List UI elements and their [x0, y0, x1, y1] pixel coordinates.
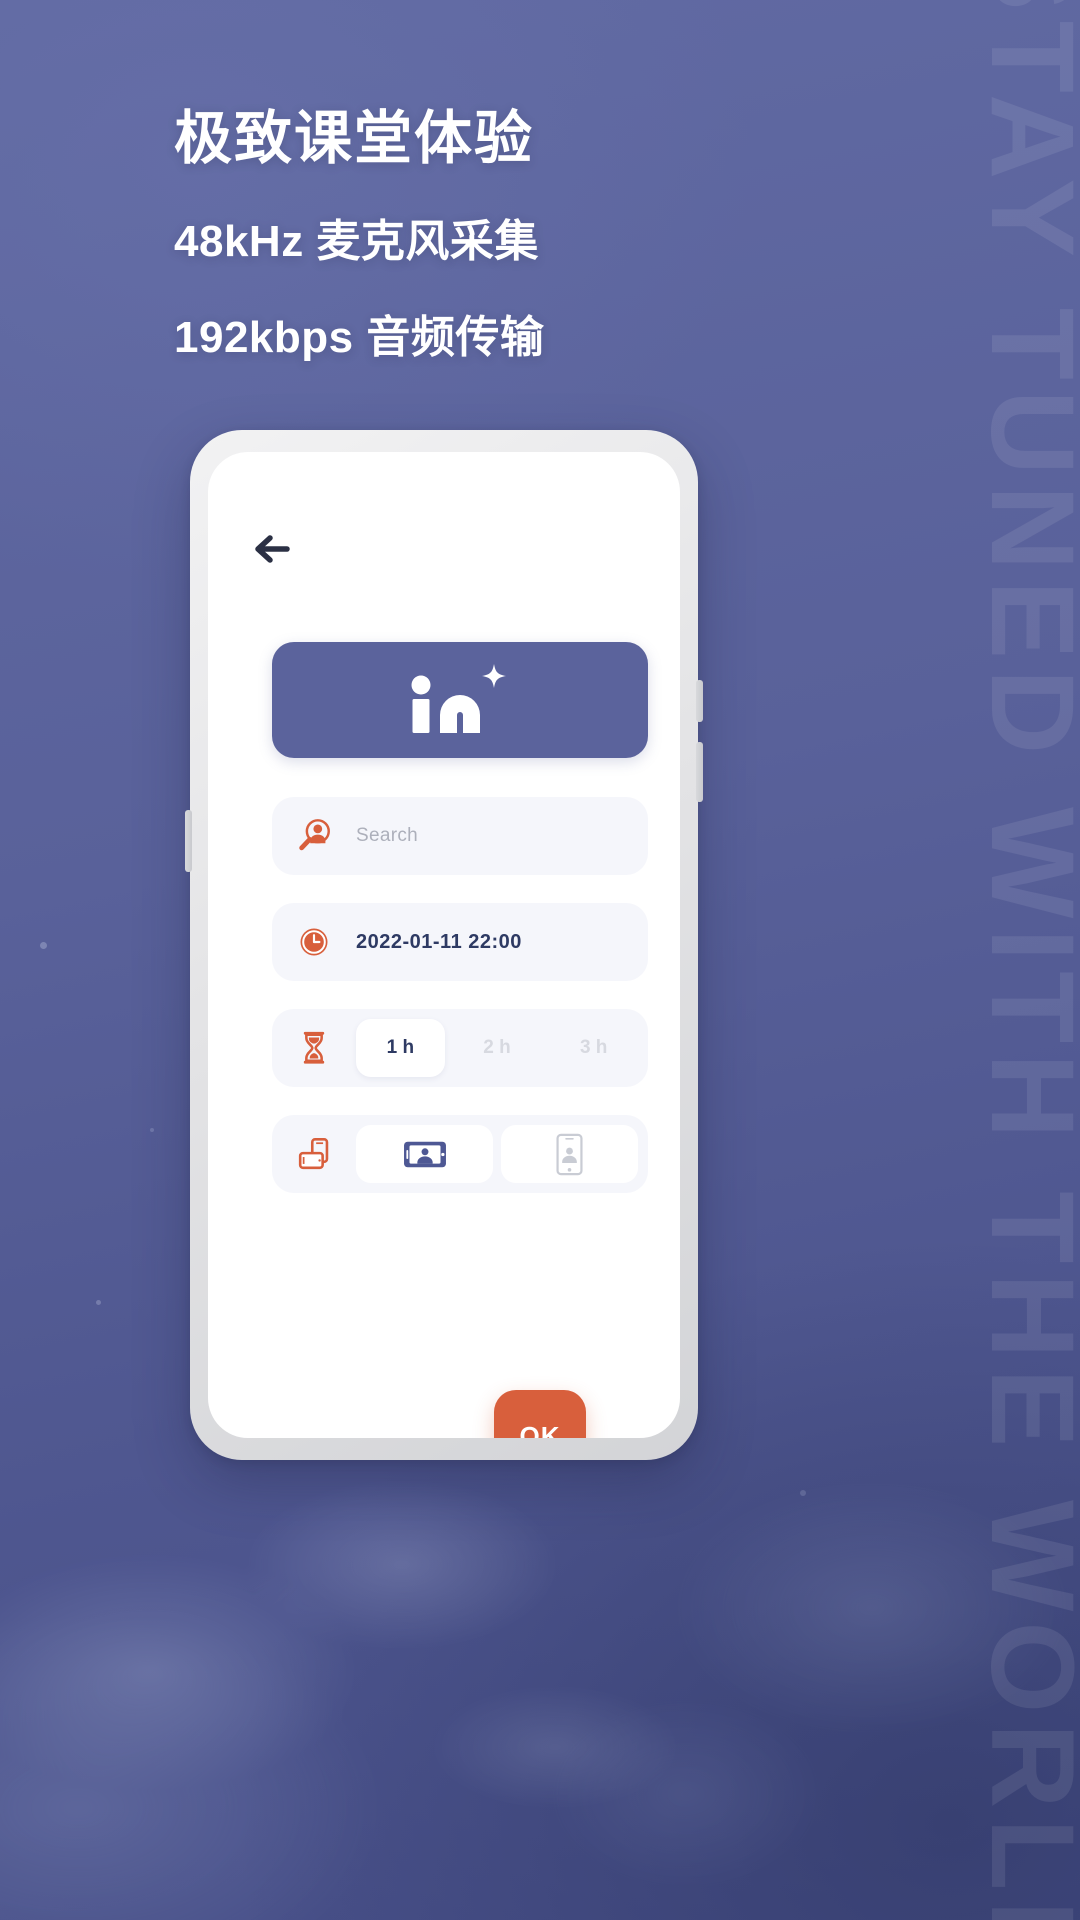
search-field[interactable]: Search: [272, 797, 648, 875]
orientation-options: [356, 1125, 648, 1183]
headline-block: 极致课堂体验 48kHz 麦克风采集 192kbps 音频传输: [174, 106, 545, 365]
headline-title: 极致课堂体验: [174, 106, 535, 171]
person-search-icon: [272, 817, 356, 855]
speck: [150, 1128, 154, 1132]
phone-power-button: [696, 680, 703, 722]
rotate-device-icon: [272, 1135, 356, 1173]
confirm-ok-button[interactable]: OK: [494, 1390, 586, 1438]
phone-screen: Search 2022-01-11 22:00 1 h 2 h 3 h OK: [208, 452, 680, 1438]
hourglass-icon: [272, 1029, 356, 1067]
back-arrow-icon: [255, 535, 290, 563]
background-slogan: STAY TUNED WITH THE WORLD: [966, 0, 1080, 1920]
headline-subtitle-2: 192kbps 音频传输: [174, 312, 545, 362]
duration-options: 1 h 2 h 3 h: [356, 1019, 648, 1077]
app-logo-card: [272, 642, 648, 758]
clock-icon: [272, 924, 356, 960]
speck: [800, 1490, 806, 1496]
promo-screenshot: STAY TUNED WITH THE WORLD 极致课堂体验 48kHz 麦…: [0, 0, 1080, 1920]
orientation-option-landscape[interactable]: [356, 1125, 493, 1183]
duration-field: 1 h 2 h 3 h: [272, 1009, 648, 1087]
speck: [40, 942, 47, 949]
phone-mockup: Search 2022-01-11 22:00 1 h 2 h 3 h OK: [185, 430, 703, 1460]
headline-subtitle-1: 48kHz 麦克风采集: [174, 216, 539, 266]
speck: [96, 1300, 101, 1305]
phone-power-button-2: [696, 742, 703, 802]
datetime-field[interactable]: 2022-01-11 22:00: [272, 903, 648, 981]
back-button[interactable]: [253, 532, 297, 566]
orientation-option-portrait[interactable]: [501, 1125, 638, 1183]
datetime-value: 2022-01-11 22:00: [356, 930, 522, 953]
search-placeholder: Search: [356, 825, 419, 846]
duration-option-1h[interactable]: 1 h: [356, 1019, 445, 1077]
duration-option-3h[interactable]: 3 h: [549, 1019, 638, 1077]
landscape-phone-person-icon: [403, 1141, 446, 1167]
in-plus-logo-icon: [411, 664, 506, 733]
phone-volume-button: [185, 810, 192, 872]
duration-option-2h[interactable]: 2 h: [453, 1019, 542, 1077]
orientation-field: [272, 1115, 648, 1193]
portrait-phone-person-icon: [556, 1133, 583, 1175]
